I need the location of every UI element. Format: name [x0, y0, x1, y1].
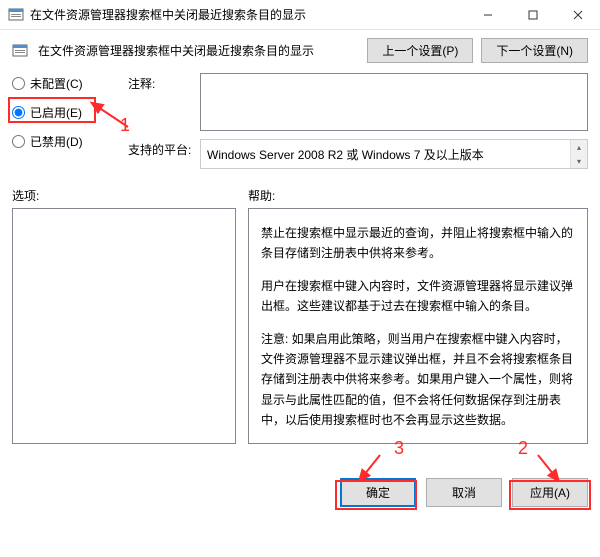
- radio-not-configured-input[interactable]: [12, 77, 25, 90]
- titlebar: 在文件资源管理器搜索框中关闭最近搜索条目的显示: [0, 0, 600, 30]
- radio-enabled-label: 已启用(E): [30, 104, 82, 121]
- platform-value: Windows Server 2008 R2 或 Windows 7 及以上版本: [207, 146, 484, 163]
- annotation-arrow-2: [532, 453, 562, 481]
- maximize-button[interactable]: [510, 0, 555, 30]
- minimize-button[interactable]: [465, 0, 510, 30]
- close-button[interactable]: [555, 0, 600, 30]
- platform-box: Windows Server 2008 R2 或 Windows 7 及以上版本…: [200, 139, 588, 169]
- footer: 确定 取消 应用(A) 2 3: [0, 444, 600, 517]
- platform-scrollbar[interactable]: ▴ ▾: [570, 140, 587, 168]
- header: 在文件资源管理器搜索框中关闭最近搜索条目的显示 上一个设置(P) 下一个设置(N…: [0, 30, 600, 73]
- radio-not-configured-label: 未配置(C): [30, 75, 83, 92]
- scroll-up-icon[interactable]: ▴: [570, 140, 587, 154]
- options-pane: [12, 208, 236, 444]
- help-paragraph-1: 禁止在搜索框中显示最近的查询，并阻止将搜索框中输入的条目存储到注册表中供将来参考…: [261, 223, 575, 264]
- platform-label: 支持的平台:: [128, 139, 192, 158]
- comment-label: 注释:: [128, 73, 192, 92]
- radio-enabled-input[interactable]: [12, 106, 25, 119]
- apply-button[interactable]: 应用(A): [512, 478, 588, 507]
- app-icon: [8, 7, 24, 23]
- next-setting-button[interactable]: 下一个设置(N): [481, 38, 588, 63]
- annotation-number-2: 2: [518, 438, 528, 459]
- annotation-number-3: 3: [394, 438, 404, 459]
- options-label: 选项:: [12, 187, 248, 204]
- annotation-arrow-3: [356, 453, 386, 481]
- radio-enabled[interactable]: 已启用(E): [12, 104, 112, 121]
- state-radio-group: 未配置(C) 已启用(E) 已禁用(D) 1: [12, 73, 112, 169]
- radio-not-configured[interactable]: 未配置(C): [12, 75, 112, 92]
- setting-title: 在文件资源管理器搜索框中关闭最近搜索条目的显示: [38, 42, 357, 59]
- ok-button[interactable]: 确定: [340, 478, 416, 507]
- annotation-number-1: 1: [120, 115, 130, 136]
- help-label: 帮助:: [248, 187, 275, 204]
- radio-disabled-input[interactable]: [12, 135, 25, 148]
- radio-disabled-label: 已禁用(D): [30, 133, 83, 150]
- help-pane: 禁止在搜索框中显示最近的查询，并阻止将搜索框中输入的条目存储到注册表中供将来参考…: [248, 208, 588, 444]
- help-paragraph-3: 注意: 如果启用此策略，则当用户在搜索框中键入内容时，文件资源管理器不显示建议弹…: [261, 329, 575, 431]
- radio-disabled[interactable]: 已禁用(D): [12, 133, 112, 150]
- comment-input[interactable]: [200, 73, 588, 131]
- setting-icon: [12, 43, 28, 59]
- prev-setting-button[interactable]: 上一个设置(P): [367, 38, 473, 63]
- cancel-button[interactable]: 取消: [426, 478, 502, 507]
- window-title: 在文件资源管理器搜索框中关闭最近搜索条目的显示: [30, 6, 465, 23]
- help-paragraph-2: 用户在搜索框中键入内容时，文件资源管理器将显示建议弹出框。这些建议都基于过去在搜…: [261, 276, 575, 317]
- scroll-down-icon[interactable]: ▾: [570, 154, 587, 168]
